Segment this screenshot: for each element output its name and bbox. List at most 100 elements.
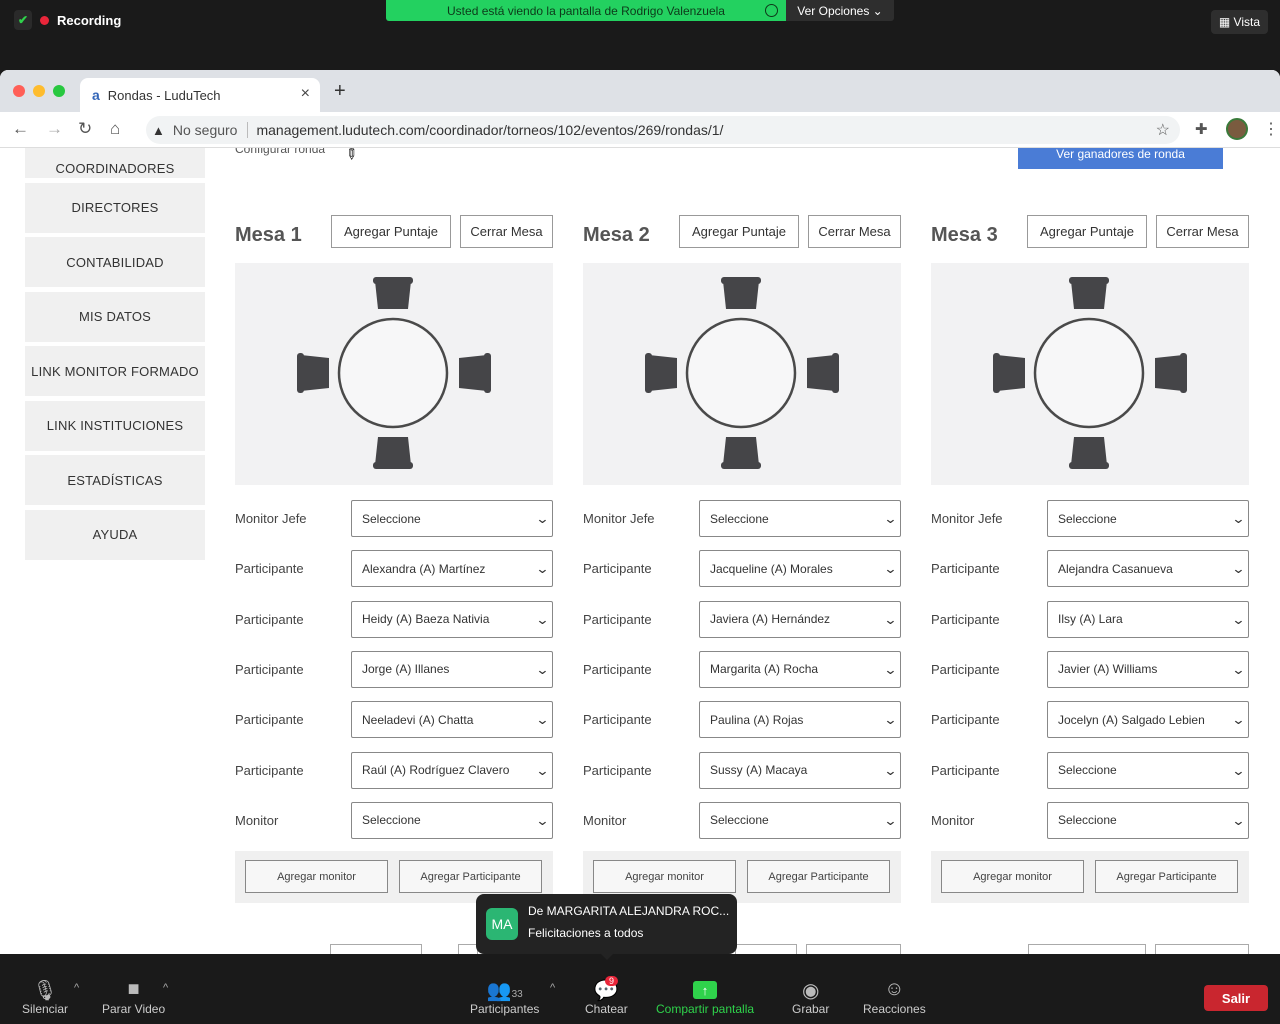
sidebar-item-link-instituciones[interactable]: LINK INSTITUCIONES <box>25 400 205 451</box>
close-table-button[interactable]: Cerrar Mesa <box>460 215 553 248</box>
stop-video-button[interactable]: ■ Parar Video <box>102 978 165 1016</box>
add-monitor-button[interactable]: Agregar monitor <box>245 860 388 893</box>
back-icon[interactable]: ← <box>12 119 29 139</box>
chat-button[interactable]: 💬 9 Chatear <box>585 976 628 1016</box>
home-icon[interactable]: ⌂ <box>110 119 120 139</box>
person-select[interactable]: Sussy (A) Macaya ⌄ <box>699 751 901 789</box>
assignment-row: Participante Paulina (A) Rojas ⌄ <box>583 701 901 739</box>
selected-value: Javiera (A) Hernández <box>710 612 831 627</box>
person-select[interactable]: Heidy (A) Baeza Nativia ⌄ <box>351 600 553 638</box>
next-row-button[interactable] <box>1155 944 1249 954</box>
person-select[interactable]: Margarita (A) Rocha ⌄ <box>699 650 901 688</box>
video-options-chevron-icon[interactable]: ^ <box>163 982 168 994</box>
selected-value: Jacqueline (A) Morales <box>710 561 833 576</box>
record-button[interactable]: ◉ Grabar <box>792 978 829 1016</box>
profile-avatar[interactable] <box>1226 118 1248 140</box>
participants-options-chevron-icon[interactable]: ^ <box>550 982 555 994</box>
person-select[interactable]: Paulina (A) Rojas ⌄ <box>699 701 901 739</box>
reload-icon[interactable]: ↻ <box>78 119 92 139</box>
person-select[interactable]: Jacqueline (A) Morales ⌄ <box>699 550 901 588</box>
view-winners-button[interactable]: Ver ganadores de ronda <box>1018 148 1223 169</box>
add-score-button[interactable]: Agregar Puntaje <box>1027 215 1147 248</box>
selected-value: Heidy (A) Baeza Nativia <box>362 612 490 627</box>
close-tab-icon[interactable]: × <box>301 85 310 103</box>
next-row-button[interactable] <box>458 944 478 954</box>
minimize-window-icon[interactable] <box>33 85 45 97</box>
add-participant-button[interactable]: Agregar Participante <box>399 860 542 893</box>
participants-button[interactable]: 👥33 Participantes <box>470 978 539 1016</box>
next-row-button[interactable] <box>806 944 901 954</box>
next-row-button[interactable] <box>735 944 797 954</box>
person-select[interactable]: Javier (A) Williams ⌄ <box>1047 650 1249 688</box>
share-label: Compartir pantalla <box>656 1002 755 1016</box>
toast-pointer <box>600 953 614 960</box>
page-content: COORDINADORES DIRECTORES CONTABILIDAD MI… <box>0 148 1280 954</box>
address-bar[interactable]: ▲ No seguro management.ludutech.com/coor… <box>146 116 1180 144</box>
audio-options-chevron-icon[interactable]: ^ <box>74 982 79 994</box>
table-header: Mesa 2 Agregar Puntaje Cerrar Mesa <box>583 215 903 249</box>
add-score-button[interactable]: Agregar Puntaje <box>331 215 451 248</box>
sidebar-item-contabilidad[interactable]: CONTABILIDAD <box>25 237 205 287</box>
person-select[interactable]: Seleccione ⌄ <box>351 801 553 839</box>
person-select[interactable]: Alexandra (A) Martínez ⌄ <box>351 550 553 588</box>
browser-menu-icon[interactable]: ⋮ <box>1263 119 1279 139</box>
person-select[interactable]: Seleccione ⌄ <box>699 801 901 839</box>
sidebar-item-estadisticas[interactable]: ESTADÍSTICAS <box>25 455 205 505</box>
person-select[interactable]: Javiera (A) Hernández ⌄ <box>699 600 901 638</box>
role-label: Participante <box>235 611 304 627</box>
assignment-row: Participante Jorge (A) Illanes ⌄ <box>235 650 553 689</box>
sidebar-item-ayuda[interactable]: AYUDA <box>25 509 205 560</box>
sidebar-item-directores[interactable]: DIRECTORES <box>25 182 205 233</box>
reactions-button[interactable]: ☺ Reacciones <box>863 978 926 1016</box>
add-participant-button[interactable]: Agregar Participante <box>1095 860 1238 893</box>
next-row-button[interactable] <box>1028 944 1146 954</box>
add-monitor-button[interactable]: Agregar monitor <box>941 860 1084 893</box>
close-table-button[interactable]: Cerrar Mesa <box>1156 215 1249 248</box>
mute-button[interactable]: 🎙 Silenciar <box>22 978 68 1016</box>
bookmark-star-icon[interactable]: ☆ <box>1156 120 1170 140</box>
extensions-icon[interactable]: ✚ <box>1195 120 1208 138</box>
person-select[interactable]: Raúl (A) Rodríguez Clavero ⌄ <box>351 751 553 789</box>
add-monitor-button[interactable]: Agregar monitor <box>593 860 736 893</box>
sidebar-item-mis-datos[interactable]: MIS DATOS <box>25 291 205 342</box>
add-score-button[interactable]: Agregar Puntaje <box>679 215 799 248</box>
stop-icon[interactable] <box>765 4 778 17</box>
chat-unread-badge: 9 <box>605 976 619 986</box>
next-row-button[interactable] <box>330 944 422 954</box>
chat-notification[interactable]: MA De MARGARITA ALEJANDRA ROC... Felicit… <box>476 894 737 960</box>
sidebar-item-link-monitor[interactable]: LINK MONITOR FORMADO <box>25 346 205 396</box>
url-text[interactable]: management.ludutech.com/coordinador/torn… <box>256 122 723 138</box>
add-participant-button[interactable]: Agregar Participante <box>747 860 890 893</box>
role-label: Monitor <box>931 812 975 828</box>
forward-icon[interactable]: → <box>46 119 63 139</box>
maximize-window-icon[interactable] <box>53 85 65 97</box>
not-secure-label[interactable]: No seguro <box>173 122 238 138</box>
share-screen-button[interactable]: ↑ Compartir pantalla <box>656 978 754 1016</box>
person-select[interactable]: Jocelyn (A) Salgado Lebien ⌄ <box>1047 701 1249 739</box>
role-label: Monitor <box>235 812 279 828</box>
person-select[interactable]: Alejandra Casanueva ⌄ <box>1047 550 1249 588</box>
person-select[interactable]: Neeladevi (A) Chatta ⌄ <box>351 701 553 739</box>
person-select[interactable]: Seleccione ⌄ <box>1047 801 1249 839</box>
warning-icon[interactable]: ▲ <box>152 123 165 138</box>
selected-value: Seleccione <box>1058 763 1117 777</box>
tab-title: Rondas - LuduTech <box>107 87 221 103</box>
person-select[interactable]: Ilsy (A) Lara ⌄ <box>1047 600 1249 638</box>
person-select[interactable]: Seleccione ⌄ <box>1047 500 1249 537</box>
sidebar-item-coordinadores[interactable]: COORDINADORES <box>25 148 205 178</box>
browser-tab[interactable]: a Rondas - LuduTech × <box>80 78 320 112</box>
chevron-down-icon: ⌄ <box>535 712 550 728</box>
person-select[interactable]: Seleccione ⌄ <box>699 500 901 537</box>
pencil-icon[interactable]: ✎ <box>340 148 362 165</box>
leave-meeting-button[interactable]: Salir <box>1204 985 1268 1011</box>
close-table-button[interactable]: Cerrar Mesa <box>808 215 901 248</box>
person-select[interactable]: Seleccione ⌄ <box>1047 751 1249 789</box>
person-select[interactable]: Seleccione ⌄ <box>351 500 553 537</box>
view-options-button[interactable]: Ver Opciones ⌄ <box>786 0 894 21</box>
role-label: Participante <box>931 611 1000 627</box>
new-tab-icon[interactable]: + <box>334 80 346 103</box>
close-window-icon[interactable] <box>13 85 25 97</box>
person-select[interactable]: Jorge (A) Illanes ⌄ <box>351 650 553 688</box>
configure-round-link[interactable]: Configurar ronda <box>235 148 325 156</box>
view-button[interactable]: ▦ Vista <box>1210 10 1268 34</box>
